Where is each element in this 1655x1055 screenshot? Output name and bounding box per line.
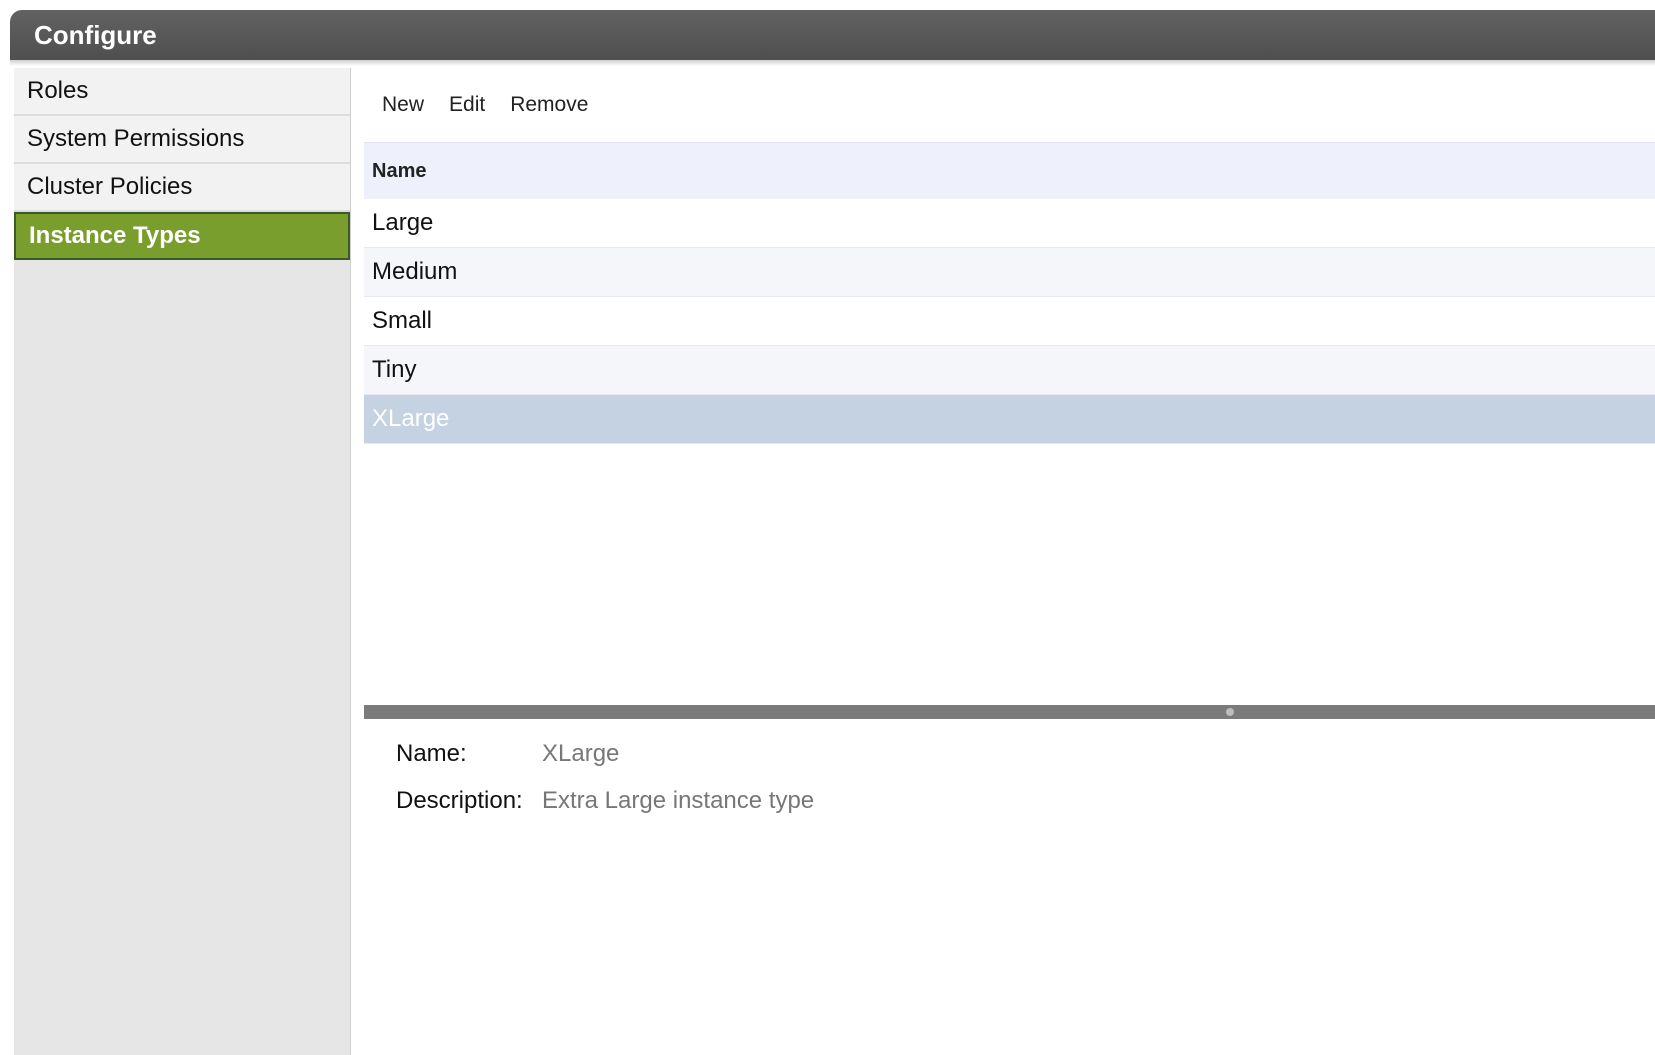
name-value: XLarge <box>542 739 620 767</box>
remove-button[interactable]: Remove <box>510 93 588 117</box>
instance-types-grid: Name Large Medium Small Tiny XLarge <box>364 142 1655 444</box>
sidebar-item-system-permissions[interactable]: System Permissions <box>14 116 350 164</box>
sidebar-item-cluster-policies[interactable]: Cluster Policies <box>14 164 350 212</box>
sidebar-item-roles[interactable]: Roles <box>14 68 350 116</box>
sidebar-item-instance-types[interactable]: Instance Types <box>14 212 350 260</box>
table-row[interactable]: Tiny <box>364 346 1655 395</box>
detail-row-description: Description: Extra Large instance type <box>396 777 1655 824</box>
detail-row-name: Name: XLarge <box>396 730 1655 777</box>
toolbar: New Edit Remove <box>364 68 1655 142</box>
table-row[interactable]: Large <box>364 199 1655 248</box>
new-button[interactable]: New <box>382 93 424 117</box>
dialog-title: Configure <box>10 10 1655 60</box>
edit-button[interactable]: Edit <box>449 93 485 117</box>
splitter-grip-icon <box>1226 708 1234 716</box>
configure-dialog: Configure Roles System Permissions Clust… <box>10 10 1655 1055</box>
splitter-handle[interactable] <box>364 705 1655 719</box>
table-row[interactable]: Small <box>364 297 1655 346</box>
column-header-name[interactable]: Name <box>364 142 1655 199</box>
description-label: Description: <box>396 786 523 814</box>
main-panel: New Edit Remove Name Large Medium Small … <box>364 68 1655 1055</box>
details-panel: Name: XLarge Description: Extra Large in… <box>396 730 1655 824</box>
sidebar: Roles System Permissions Cluster Policie… <box>14 68 351 1055</box>
table-row-selected[interactable]: XLarge <box>364 395 1655 444</box>
table-row[interactable]: Medium <box>364 248 1655 297</box>
name-label: Name: <box>396 739 467 767</box>
description-value: Extra Large instance type <box>542 786 815 814</box>
title-shadow <box>10 60 1655 66</box>
